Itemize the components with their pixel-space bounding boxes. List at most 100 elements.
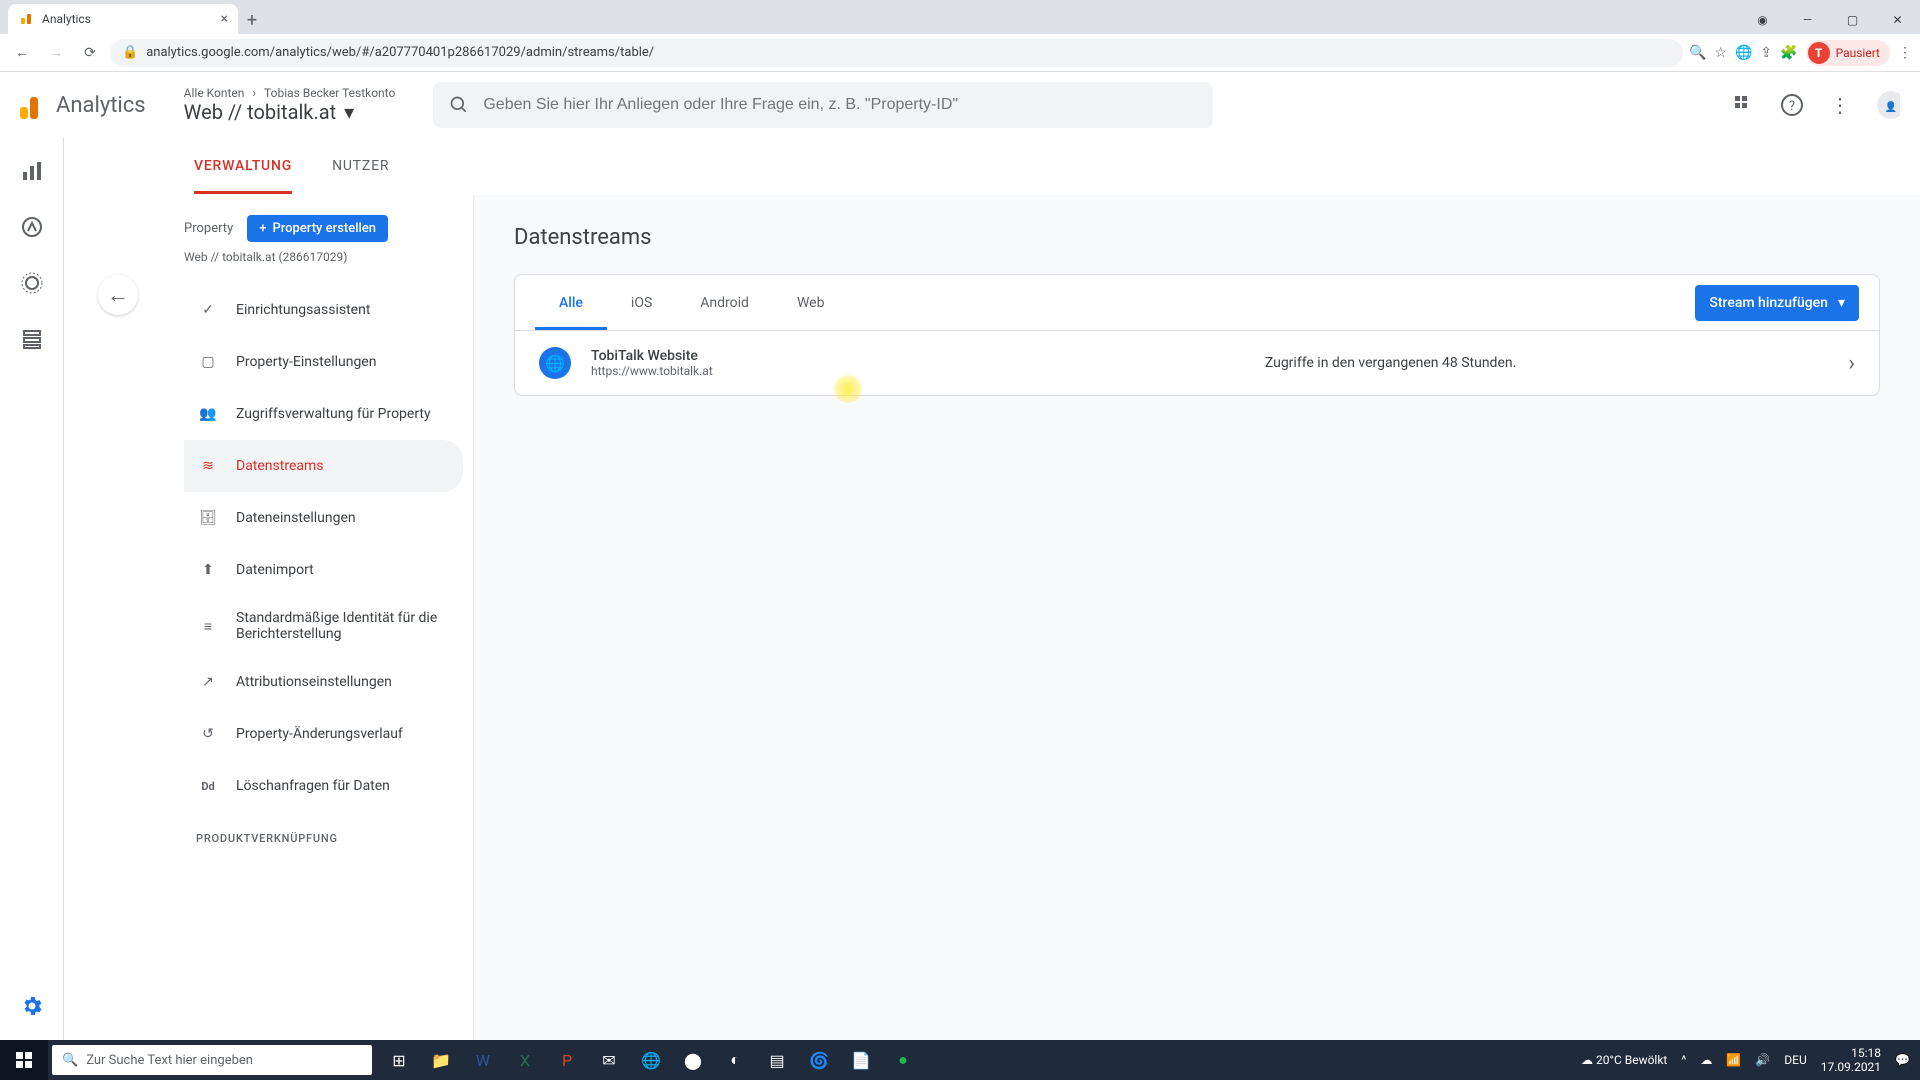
stream-tab-web[interactable]: Web bbox=[773, 275, 849, 330]
tab-verwaltung[interactable]: VERWALTUNG bbox=[194, 137, 292, 194]
excel-icon[interactable]: X bbox=[506, 1041, 544, 1079]
tab-nutzer[interactable]: NUTZER bbox=[332, 137, 389, 194]
profile-pill[interactable]: T Pausiert bbox=[1806, 40, 1890, 66]
crumb-accounts: Alle Konten bbox=[184, 86, 245, 100]
back-button[interactable]: ← bbox=[8, 39, 36, 67]
advertising-icon[interactable] bbox=[18, 269, 46, 297]
stream-tab-all[interactable]: Alle bbox=[535, 275, 607, 330]
search-input[interactable] bbox=[483, 96, 1197, 114]
chrome-toolbar-icons: 🔍 ☆ 🌐 ⇪ 🧩 T Pausiert ⋮ bbox=[1689, 40, 1912, 66]
property-id-text: Web // tobitalk.at (286617029) bbox=[184, 250, 463, 264]
app-icon-1[interactable]: ◐ bbox=[716, 1041, 754, 1079]
admin-tabs: VERWALTUNG NUTZER bbox=[94, 137, 1920, 195]
sound-icon[interactable]: 🔊 bbox=[1755, 1053, 1770, 1067]
search-bar[interactable] bbox=[433, 82, 1213, 128]
configure-icon[interactable] bbox=[18, 325, 46, 353]
app-icon-2[interactable]: ▤ bbox=[758, 1041, 796, 1079]
spotify-icon[interactable]: ● bbox=[884, 1041, 922, 1079]
stream-info: TobiTalk Website https://www.tobitalk.at bbox=[591, 348, 713, 378]
edge-icon[interactable]: 🌀 bbox=[800, 1041, 838, 1079]
taskbar-search[interactable]: 🔍 Zur Suche Text hier eingeben bbox=[52, 1045, 372, 1075]
menu-data-settings[interactable]: 🗄Dateneinstellungen bbox=[184, 492, 463, 544]
dropdown-caret-icon: ▾ bbox=[1838, 295, 1845, 311]
dd-icon: Dd bbox=[196, 774, 220, 798]
header-actions: ? ⋮ 👤 bbox=[1732, 93, 1900, 117]
tab-title: Analytics bbox=[42, 12, 91, 26]
clock[interactable]: 15:18 17.09.2021 bbox=[1821, 1046, 1881, 1075]
analytics-favicon bbox=[18, 11, 34, 27]
stream-tab-android[interactable]: Android bbox=[676, 275, 773, 330]
menu-setup-assistant[interactable]: ✓Einrichtungsassistent bbox=[184, 284, 463, 336]
zoom-icon[interactable]: 🔍 bbox=[1689, 45, 1706, 61]
menu-property-settings[interactable]: ▢Property-Einstellungen bbox=[184, 336, 463, 388]
mail-icon[interactable]: ✉ bbox=[590, 1041, 628, 1079]
menu-change-history[interactable]: ↺Property-Änderungsverlauf bbox=[184, 708, 463, 760]
powerpoint-icon[interactable]: P bbox=[548, 1041, 586, 1079]
close-window-button[interactable]: ✕ bbox=[1875, 6, 1920, 34]
product-name: Analytics bbox=[56, 93, 146, 118]
crumb-account-name: Tobias Becker Testkonto bbox=[264, 86, 395, 100]
streams-card: Alle iOS Android Web Stream hinzufügen ▾… bbox=[514, 274, 1880, 396]
task-view-icon[interactable]: ⊞ bbox=[380, 1041, 418, 1079]
notepad-icon[interactable]: 📄 bbox=[842, 1041, 880, 1079]
tray-up-icon[interactable]: ^ bbox=[1681, 1053, 1686, 1067]
new-tab-button[interactable]: + bbox=[238, 6, 266, 34]
start-button[interactable] bbox=[0, 1040, 48, 1080]
language-indicator[interactable]: DEU bbox=[1784, 1053, 1806, 1067]
maximize-button[interactable]: ▢ bbox=[1830, 6, 1875, 34]
checklist-icon: ✓ bbox=[196, 298, 220, 322]
breadcrumb[interactable]: Alle Konten › Tobias Becker Testkonto We… bbox=[184, 86, 396, 124]
menu-default-identity[interactable]: ≡Standardmäßige Identität für die Berich… bbox=[184, 596, 463, 656]
address-bar[interactable]: 🔒 analytics.google.com/analytics/web/#/a… bbox=[110, 39, 1683, 67]
chrome-menu-icon[interactable]: ⋮ bbox=[1898, 45, 1912, 61]
cursor-highlight bbox=[834, 375, 862, 403]
minimize-button[interactable]: — bbox=[1785, 6, 1830, 34]
chrome-icon[interactable]: 🌐 bbox=[632, 1041, 670, 1079]
word-icon[interactable]: W bbox=[464, 1041, 502, 1079]
extensions-icon[interactable]: 🧩 bbox=[1780, 45, 1797, 61]
weather-widget[interactable]: ☁ 20°C Bewölkt bbox=[1581, 1053, 1667, 1067]
notifications-icon[interactable]: 💬 bbox=[1895, 1053, 1910, 1067]
menu-datastreams[interactable]: ≋Datenstreams bbox=[184, 440, 463, 492]
close-tab-icon[interactable]: × bbox=[221, 11, 228, 27]
create-property-button[interactable]: + Property erstellen bbox=[247, 215, 388, 242]
menu-data-import[interactable]: ⬆Datenimport bbox=[184, 544, 463, 596]
obs-icon[interactable]: ⬤ bbox=[674, 1041, 712, 1079]
menu-attribution[interactable]: ↗Attributionseinstellungen bbox=[184, 656, 463, 708]
forward-button[interactable]: → bbox=[42, 39, 70, 67]
analytics-logo[interactable]: Analytics bbox=[20, 91, 146, 119]
search-icon: 🔍 bbox=[62, 1053, 78, 1068]
globe-icon[interactable]: 🌐 bbox=[1735, 45, 1752, 61]
admin-gear-icon[interactable] bbox=[18, 992, 46, 1020]
add-stream-button[interactable]: Stream hinzufügen ▾ bbox=[1695, 285, 1859, 321]
reports-icon[interactable] bbox=[18, 157, 46, 185]
content-column: Datenstreams Alle iOS Android Web Stream… bbox=[474, 195, 1920, 1040]
property-menu: ✓Einrichtungsassistent ▢Property-Einstel… bbox=[184, 284, 463, 853]
url-text: analytics.google.com/analytics/web/#/a20… bbox=[146, 45, 654, 60]
stream-tab-ios[interactable]: iOS bbox=[607, 275, 676, 330]
stream-row[interactable]: 🌐 TobiTalk Website https://www.tobitalk.… bbox=[515, 331, 1879, 395]
help-icon[interactable]: ? bbox=[1780, 93, 1804, 117]
window-controls: ◉ — ▢ ✕ bbox=[1740, 6, 1920, 34]
time: 15:18 bbox=[1821, 1046, 1881, 1060]
onedrive-icon[interactable]: ☁ bbox=[1700, 1053, 1712, 1067]
chrome-account-dot[interactable]: ◉ bbox=[1740, 6, 1785, 34]
back-arrow-button[interactable]: ← bbox=[98, 275, 138, 315]
browser-tab[interactable]: Analytics × bbox=[8, 4, 238, 34]
explore-icon[interactable] bbox=[18, 213, 46, 241]
wifi-icon[interactable]: 📶 bbox=[1726, 1053, 1741, 1067]
streams-icon: ≋ bbox=[196, 454, 220, 478]
bookmark-icon[interactable]: ☆ bbox=[1714, 45, 1727, 61]
tab-bar: Analytics × + ◉ — ▢ ✕ bbox=[0, 0, 1920, 34]
share-icon[interactable]: ⇪ bbox=[1760, 45, 1772, 61]
menu-delete-requests[interactable]: DdLöschanfragen für Daten bbox=[184, 760, 463, 812]
taskbar-apps: ⊞ 📁 W X P ✉ 🌐 ⬤ ◐ ▤ 🌀 📄 ● bbox=[380, 1041, 922, 1079]
explorer-icon[interactable]: 📁 bbox=[422, 1041, 460, 1079]
apps-icon[interactable] bbox=[1732, 93, 1756, 117]
reload-button[interactable]: ⟳ bbox=[76, 39, 104, 67]
more-icon[interactable]: ⋮ bbox=[1828, 93, 1852, 117]
account-avatar[interactable]: 👤 bbox=[1876, 93, 1900, 117]
taskbar-right: ☁ 20°C Bewölkt ^ ☁ 📶 🔊 DEU 15:18 17.09.2… bbox=[1581, 1046, 1920, 1075]
menu-access-management[interactable]: 👥Zugriffsverwaltung für Property bbox=[184, 388, 463, 440]
left-nav-rail bbox=[0, 137, 64, 1040]
